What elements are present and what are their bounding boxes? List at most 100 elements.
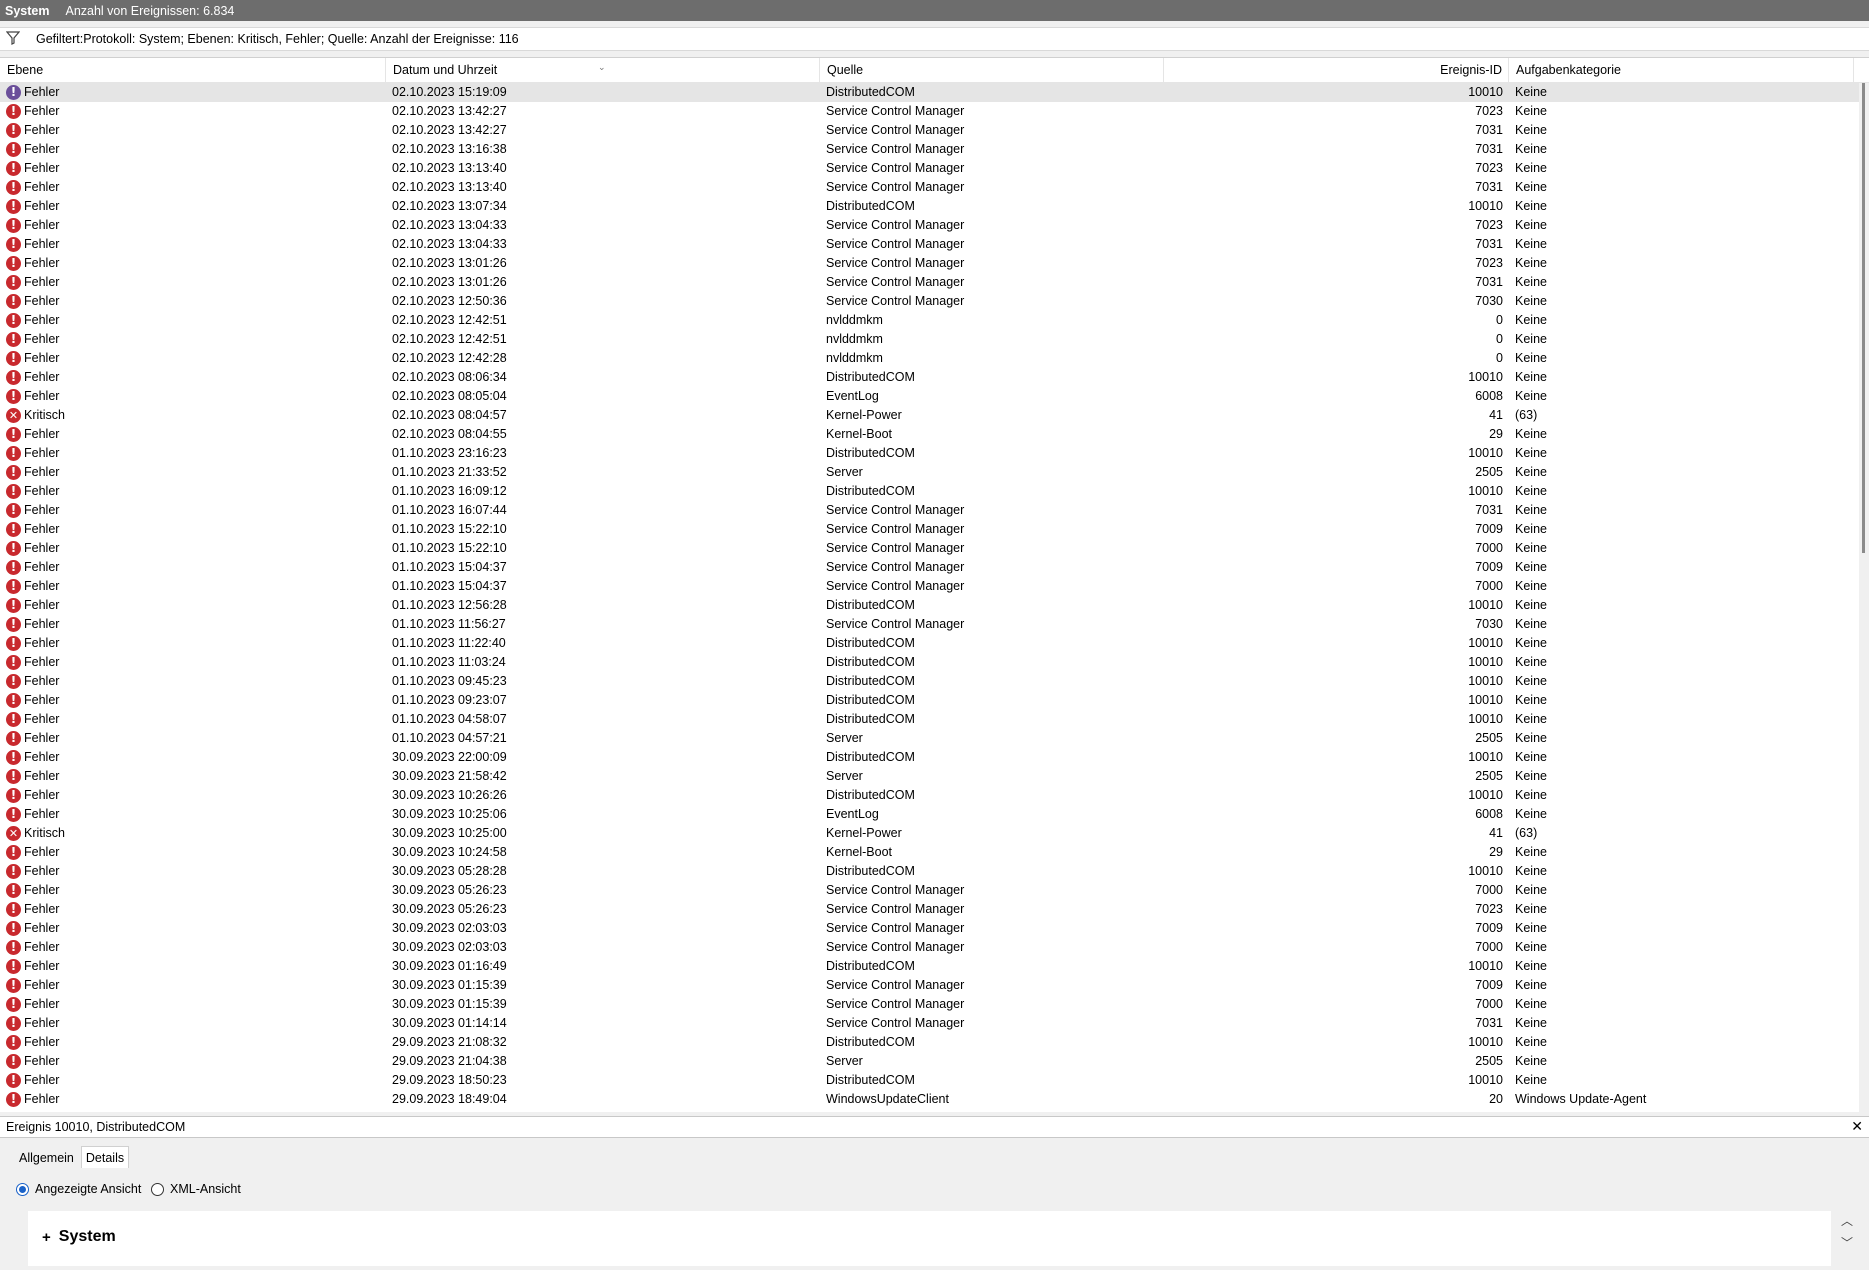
table-row[interactable]: ! Fehler 02.10.2023 13:07:34 DistributedCOM… [0,197,1859,216]
level-label: Fehler [24,541,60,555]
table-row[interactable]: ! Fehler 02.10.2023 13:04:33 Service Contro… [0,216,1859,235]
table-row[interactable]: ! Fehler 30.09.2023 01:14:14 Service Contro… [0,1014,1859,1033]
table-row[interactable]: ! Fehler 30.09.2023 05:26:23 Service Contro… [0,881,1859,900]
table-row[interactable]: ! Fehler 01.10.2023 09:45:23 DistributedCOM… [0,672,1859,691]
column-header-source[interactable]: Quelle [820,58,1164,83]
task-category-cell: Keine [1515,351,1547,365]
table-row[interactable]: ! Fehler 02.10.2023 13:01:26 Service Contro… [0,254,1859,273]
column-header-date[interactable]: ⌄ Datum und Uhrzeit [386,58,820,83]
table-row[interactable]: ! Fehler 01.10.2023 04:58:07 DistributedCOM… [0,710,1859,729]
error-icon: ! [6,731,21,746]
table-row[interactable]: ! Fehler 01.10.2023 04:57:21 Server 2505 Kein… [0,729,1859,748]
table-row[interactable]: ! Fehler 02.10.2023 13:16:38 Service Contro… [0,140,1859,159]
table-row[interactable]: ! Fehler 01.10.2023 09:23:07 DistributedCOM… [0,691,1859,710]
event-id-cell: 41 [1489,408,1503,422]
table-row[interactable]: ! Fehler 30.09.2023 10:26:26 DistributedCOM… [0,786,1859,805]
event-id-cell: 6008 [1475,389,1503,403]
source-cell: DistributedCOM [826,1035,915,1049]
level-cell: ! Fehler [0,444,386,463]
table-row[interactable]: ! Fehler 30.09.2023 21:58:42 Server 2505 Kein… [0,767,1859,786]
date-cell: 30.09.2023 02:03:03 [392,940,507,954]
table-row[interactable]: ! Fehler 01.10.2023 11:03:24 DistributedCOM… [0,653,1859,672]
table-row[interactable]: ! Fehler 30.09.2023 01:15:39 Service Contro… [0,995,1859,1014]
table-row[interactable]: ! Fehler 01.10.2023 11:22:40 DistributedCOM… [0,634,1859,653]
level-cell: ! Fehler [0,767,386,786]
table-row[interactable]: ! Fehler 02.10.2023 13:13:40 Service Contro… [0,159,1859,178]
table-row[interactable]: ! Fehler 30.09.2023 02:03:03 Service Contro… [0,919,1859,938]
table-row[interactable]: ! Fehler 02.10.2023 08:04:55 Kernel-Boot 29 K… [0,425,1859,444]
task-category-cell: Keine [1515,598,1547,612]
table-row[interactable]: ! Fehler 01.10.2023 23:16:23 DistributedCOM… [0,444,1859,463]
table-row[interactable]: ! Fehler 02.10.2023 12:42:51 nvlddmkm 0 Keine [0,330,1859,349]
level-cell: ! Fehler [0,463,386,482]
table-row[interactable]: ! Fehler 30.09.2023 10:25:06 EventLog 6008 Ke… [0,805,1859,824]
table-row[interactable]: ! Fehler 02.10.2023 13:42:27 Service Contro… [0,121,1859,140]
level-label: Fehler [24,218,60,232]
table-row[interactable]: ! Fehler 02.10.2023 13:13:40 Service Contro… [0,178,1859,197]
table-row[interactable]: ! Fehler 02.10.2023 08:05:04 EventLog 6008 Ke… [0,387,1859,406]
table-row[interactable]: ! Fehler 01.10.2023 16:07:44 Service Contro… [0,501,1859,520]
table-row[interactable]: ! Fehler 01.10.2023 15:22:10 Service Contro… [0,520,1859,539]
event-list[interactable]: Ebene ⌄ Datum und Uhrzeit Quelle Ereigni… [0,57,1869,1112]
task-category-cell: Keine [1515,883,1547,897]
level-label: Fehler [24,1092,60,1106]
table-row[interactable]: ✕ Kritisch 30.09.2023 10:25:00 Kernel-Power… [0,824,1859,843]
level-label: Fehler [24,693,60,707]
event-id-cell: 10010 [1468,484,1503,498]
tab-details[interactable]: Details [80,1146,130,1169]
table-row[interactable]: ! Fehler 01.10.2023 15:04:37 Service Contro… [0,558,1859,577]
event-list-scrollbar[interactable] [1859,83,1869,1112]
close-icon[interactable]: ✕ [1851,1118,1863,1135]
table-row[interactable]: ! Fehler 30.09.2023 02:03:03 Service Contro… [0,938,1859,957]
table-row[interactable]: ! Fehler 02.10.2023 13:42:27 Service Contro… [0,102,1859,121]
event-id-cell: 10010 [1468,1073,1503,1087]
tab-general[interactable]: Allgemein [14,1146,79,1169]
scroll-up-icon[interactable]: ︿ [1839,1212,1855,1234]
table-row[interactable]: ! Fehler 01.10.2023 12:56:28 DistributedCOM… [0,596,1859,615]
table-row[interactable]: ! Fehler 29.09.2023 18:50:23 DistributedCOM… [0,1071,1859,1090]
table-row[interactable]: ! Fehler 30.09.2023 05:26:23 Service Contro… [0,900,1859,919]
table-row[interactable]: ! Fehler 02.10.2023 12:42:51 nvlddmkm 0 Keine [0,311,1859,330]
system-section-toggle[interactable]: + System [42,1228,116,1246]
table-row[interactable]: ! Fehler 30.09.2023 05:28:28 DistributedCOM… [0,862,1859,881]
table-row[interactable]: ! Fehler 02.10.2023 12:42:28 nvlddmkm 0 Keine [0,349,1859,368]
table-row[interactable]: ! Fehler 29.09.2023 21:08:32 DistributedCOM… [0,1033,1859,1052]
table-row[interactable]: ! Fehler 02.10.2023 15:19:09 DistributedCOM… [0,83,1859,102]
details-scrollbar[interactable]: ︿ ﹀ [1839,1212,1855,1262]
error-icon: ! [6,845,21,860]
level-cell: ! Fehler [0,178,386,197]
level-label: Fehler [24,237,60,251]
table-row[interactable]: ! Fehler 30.09.2023 22:00:09 DistributedCOM… [0,748,1859,767]
table-row[interactable]: ! Fehler 30.09.2023 01:16:49 DistributedCOM… [0,957,1859,976]
table-row[interactable]: ! Fehler 01.10.2023 11:56:27 Service Contro… [0,615,1859,634]
table-row[interactable]: ! Fehler 02.10.2023 13:04:33 Service Contro… [0,235,1859,254]
table-row[interactable]: ! Fehler 02.10.2023 12:50:36 Service Contro… [0,292,1859,311]
radio-xml-view[interactable]: XML-Ansicht [151,1182,241,1196]
table-row[interactable]: ! Fehler 01.10.2023 16:09:12 DistributedCOM… [0,482,1859,501]
table-row[interactable]: ✕ Kritisch 02.10.2023 08:04:57 Kernel-Power… [0,406,1859,425]
error-icon: ! [6,218,21,233]
table-row[interactable]: ! Fehler 01.10.2023 15:22:10 Service Contro… [0,539,1859,558]
table-row[interactable]: ! Fehler 30.09.2023 10:24:58 Kernel-Boot 29 K… [0,843,1859,862]
table-row[interactable]: ! Fehler 02.10.2023 13:01:26 Service Contro… [0,273,1859,292]
radio-displayed-view[interactable]: Angezeigte Ansicht [16,1182,141,1196]
task-category-cell: Keine [1515,85,1547,99]
level-label: Fehler [24,712,60,726]
column-header-event-id[interactable]: Ereignis-ID [1164,58,1509,83]
table-row[interactable]: ! Fehler 29.09.2023 21:04:38 Server 2505 Kein… [0,1052,1859,1071]
level-label: Fehler [24,104,60,118]
source-cell: Server [826,769,863,783]
column-header-date-label: Datum und Uhrzeit [393,63,498,77]
source-cell: DistributedCOM [826,674,915,688]
table-row[interactable]: ! Fehler 29.09.2023 18:49:04 WindowsUpdateC… [0,1090,1859,1109]
table-row[interactable]: ! Fehler 02.10.2023 08:06:34 DistributedCOM… [0,368,1859,387]
scroll-down-icon[interactable]: ﹀ [1839,1234,1855,1256]
table-row[interactable]: ! Fehler 01.10.2023 21:33:52 Server 2505 Kein… [0,463,1859,482]
column-header-level[interactable]: Ebene [0,58,386,83]
column-header-task-category[interactable]: Aufgabenkategorie [1509,58,1854,83]
event-id-cell: 10010 [1468,674,1503,688]
table-row[interactable]: ! Fehler 30.09.2023 01:15:39 Service Contro… [0,976,1859,995]
scrollbar-thumb[interactable] [1862,83,1865,553]
sort-descending-icon: ⌄ [598,62,606,72]
table-row[interactable]: ! Fehler 01.10.2023 15:04:37 Service Contro… [0,577,1859,596]
